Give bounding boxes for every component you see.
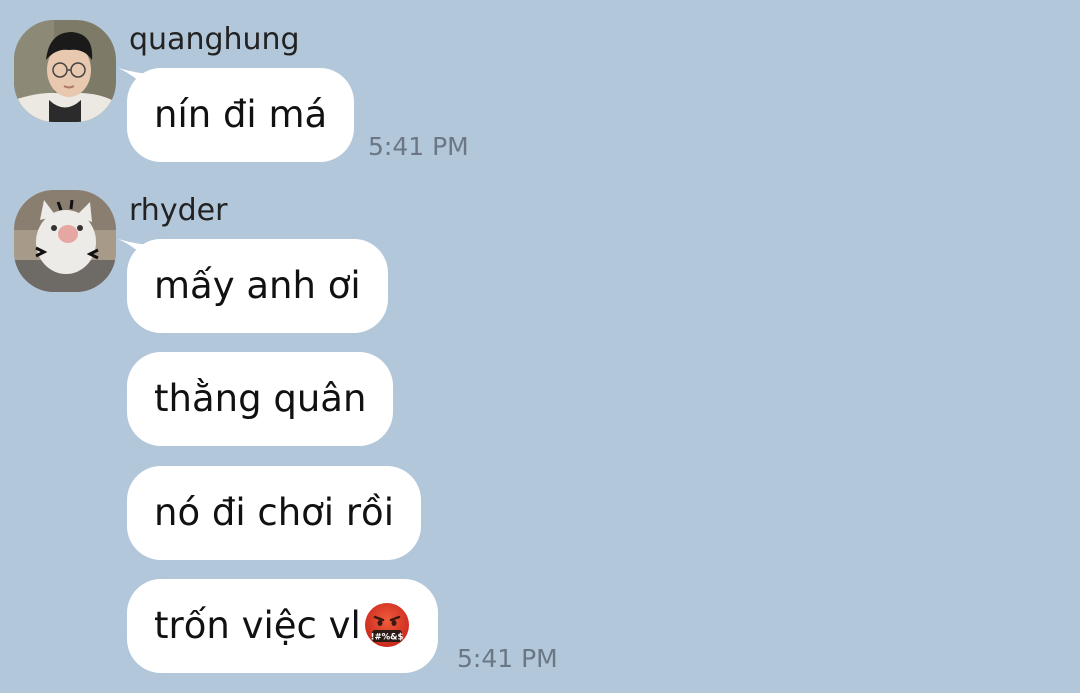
- user-photo-avatar: [14, 20, 116, 122]
- message-timestamp: 5:41 PM: [457, 644, 558, 673]
- message-text: trốn việc vl: [154, 604, 361, 647]
- face-with-symbols-on-mouth-icon: !#%&$: [364, 602, 409, 647]
- message-bubble[interactable]: thằng quân: [127, 352, 394, 446]
- sender-name: rhyder: [129, 193, 228, 228]
- svg-text:!#%&$: !#%&$: [370, 632, 403, 642]
- chat-view: quanghung nín đi má 5:41 PM rhyder mấy a…: [0, 0, 1080, 693]
- message-bubble[interactable]: mấy anh ơi: [127, 239, 388, 333]
- rhyder-avatar[interactable]: [14, 190, 116, 292]
- quanghung-avatar[interactable]: [14, 20, 116, 122]
- message-timestamp: 5:41 PM: [368, 132, 469, 161]
- cat-photo-avatar: [14, 190, 116, 292]
- message-bubble[interactable]: nín đi má: [127, 68, 355, 162]
- sender-name: quanghung: [129, 22, 300, 57]
- message-bubble[interactable]: nó đi chơi rồi: [127, 466, 421, 560]
- message-bubble-last[interactable]: trốn việc vl !#%&$: [127, 579, 438, 673]
